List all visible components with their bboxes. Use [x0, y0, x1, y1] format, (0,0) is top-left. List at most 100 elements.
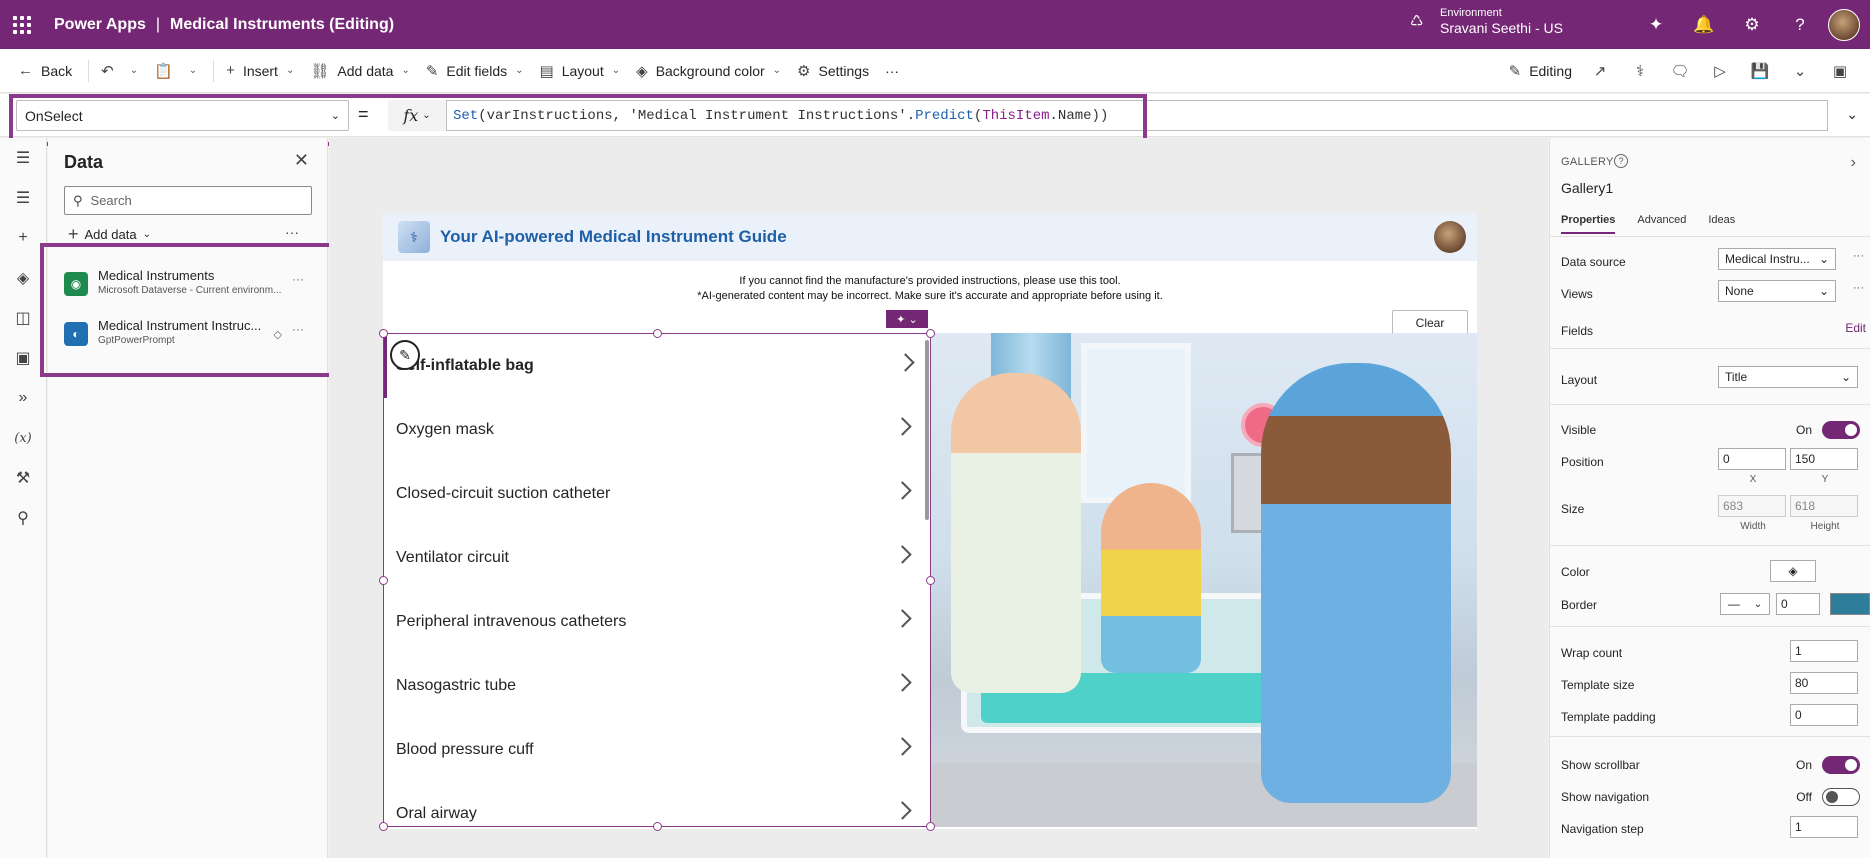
- resize-handle[interactable]: [379, 822, 388, 831]
- more-options-icon[interactable]: ···: [292, 322, 304, 336]
- copilot-icon[interactable]: ✦: [1632, 15, 1680, 35]
- copilot-badge-icon[interactable]: ✦ ⌄: [886, 310, 928, 328]
- resize-handle[interactable]: [379, 329, 388, 338]
- help-icon[interactable]: ?: [1776, 15, 1824, 35]
- tab-ideas[interactable]: Ideas: [1708, 214, 1735, 234]
- chevron-right-icon[interactable]: [893, 545, 912, 564]
- share-icon[interactable]: ↗: [1580, 62, 1620, 80]
- gallery-row[interactable]: Oxygen mask: [384, 398, 930, 462]
- chevron-down-icon[interactable]: ⌄: [130, 65, 138, 76]
- edit-fields-button[interactable]: ✎ Edit fields ⌄: [426, 62, 524, 80]
- chevron-right-icon[interactable]: [893, 417, 912, 436]
- edit-template-icon[interactable]: ✎: [390, 340, 420, 370]
- settings-gear-icon[interactable]: ⚙: [1728, 15, 1776, 35]
- variables-icon[interactable]: (x): [0, 418, 46, 458]
- resize-handle[interactable]: [653, 329, 662, 338]
- gallery-row[interactable]: Ventilator circuit: [384, 526, 930, 590]
- layout-dropdown[interactable]: Title ⌄: [1718, 366, 1858, 388]
- tab-properties[interactable]: Properties: [1561, 214, 1616, 234]
- expand-formula-icon[interactable]: ⌄: [1846, 106, 1858, 123]
- template-padding-input[interactable]: 0: [1790, 704, 1858, 726]
- tree-view-icon[interactable]: ☰: [0, 178, 46, 218]
- chevron-down-icon[interactable]: ⌄: [189, 65, 197, 76]
- tab-advanced[interactable]: Advanced: [1637, 214, 1686, 234]
- editing-mode-button[interactable]: ✎ Editing: [1509, 62, 1572, 80]
- formula-input[interactable]: Set (varInstructions, 'Medical Instrument…: [446, 100, 1828, 131]
- chevron-right-icon[interactable]: ›: [1851, 154, 1856, 172]
- data-cylinder-icon[interactable]: ◫: [0, 298, 46, 338]
- chevron-down-icon[interactable]: ⌄: [1780, 62, 1820, 80]
- chevron-right-icon[interactable]: [896, 353, 915, 372]
- data-source-item[interactable]: ◉ Medical Instruments Microsoft Datavers…: [64, 268, 304, 312]
- media-icon[interactable]: ▣: [0, 338, 46, 378]
- save-icon[interactable]: 💾: [1740, 62, 1780, 80]
- border-style-dropdown[interactable]: — ⌄: [1720, 593, 1770, 615]
- data-source-dropdown[interactable]: Medical Instru... ⌄: [1718, 248, 1836, 270]
- size-width-input[interactable]: 683: [1718, 495, 1786, 517]
- template-size-input[interactable]: 80: [1790, 672, 1858, 694]
- visible-toggle[interactable]: [1822, 421, 1860, 439]
- resize-handle[interactable]: [926, 329, 935, 338]
- gallery-row[interactable]: Closed-circuit suction catheter: [384, 462, 930, 526]
- more-commands-button[interactable]: ···: [885, 63, 899, 79]
- insert-plus-icon[interactable]: +: [0, 218, 46, 258]
- views-dropdown[interactable]: None ⌄: [1718, 280, 1836, 302]
- power-automate-icon[interactable]: »: [0, 378, 46, 418]
- border-width-input[interactable]: 0: [1776, 593, 1820, 615]
- gallery-row[interactable]: Peripheral intravenous catheters: [384, 590, 930, 654]
- chevron-right-icon[interactable]: [893, 609, 912, 628]
- advanced-tools-icon[interactable]: ⚒: [0, 458, 46, 498]
- gallery-row[interactable]: Nasogastric tube: [384, 654, 930, 718]
- resize-handle[interactable]: [379, 576, 388, 585]
- data-source-item[interactable]: ◐ Medical Instrument Instruc... GptPower…: [64, 318, 304, 362]
- close-icon[interactable]: ✕: [294, 150, 309, 171]
- settings-button[interactable]: ⚙ Settings: [797, 62, 869, 80]
- help-icon[interactable]: ?: [1614, 154, 1628, 168]
- size-height-input[interactable]: 618: [1790, 495, 1858, 517]
- gallery-row[interactable]: Oral airway: [384, 782, 930, 826]
- data-search-input[interactable]: ⚲ Search: [64, 186, 312, 215]
- publish-icon[interactable]: ▣: [1820, 62, 1860, 80]
- hamburger-menu-icon[interactable]: ☰: [0, 138, 46, 178]
- comments-icon[interactable]: 🗨: [1660, 62, 1700, 80]
- paste-button[interactable]: 📋 ⌄: [154, 62, 197, 80]
- more-options-icon[interactable]: ···: [1853, 250, 1864, 262]
- color-picker-button[interactable]: ◈: [1770, 560, 1816, 582]
- position-y-input[interactable]: 150: [1790, 448, 1858, 470]
- more-options-icon[interactable]: ···: [285, 224, 299, 240]
- edit-fields-link[interactable]: Edit: [1845, 321, 1866, 335]
- position-x-input[interactable]: 0: [1718, 448, 1786, 470]
- back-button[interactable]: ← Back: [18, 62, 72, 79]
- themes-icon[interactable]: ◈: [0, 258, 46, 298]
- background-color-button[interactable]: ◈ Background color ⌄: [636, 62, 781, 80]
- gallery-row[interactable]: Self-inflatable bag: [384, 334, 930, 398]
- show-scrollbar-toggle[interactable]: [1822, 756, 1860, 774]
- user-avatar[interactable]: [1828, 8, 1860, 41]
- notifications-icon[interactable]: 🔔: [1680, 15, 1728, 35]
- resize-handle[interactable]: [926, 576, 935, 585]
- chevron-right-icon[interactable]: [893, 737, 912, 756]
- resize-handle[interactable]: [653, 822, 662, 831]
- more-options-icon[interactable]: ···: [1853, 282, 1864, 294]
- chevron-right-icon[interactable]: [893, 673, 912, 692]
- property-dropdown[interactable]: OnSelect ⌄: [16, 100, 349, 131]
- add-data-button[interactable]: ⛓ Add data ⌄: [310, 62, 410, 80]
- navigation-step-input[interactable]: 1: [1790, 816, 1858, 838]
- show-navigation-toggle[interactable]: [1822, 788, 1860, 806]
- more-options-icon[interactable]: ···: [292, 272, 304, 286]
- chevron-right-icon[interactable]: [893, 801, 912, 820]
- gallery-row[interactable]: Blood pressure cuff: [384, 718, 930, 782]
- app-screen[interactable]: ⚕ Your AI-powered Medical Instrument Gui…: [379, 213, 1477, 831]
- instrument-gallery[interactable]: Self-inflatable bag Oxygen mask Closed-c…: [383, 333, 931, 827]
- chevron-right-icon[interactable]: [893, 481, 912, 500]
- app-checker-icon[interactable]: ⚕: [1620, 62, 1660, 80]
- resize-handle[interactable]: [926, 822, 935, 831]
- layout-button[interactable]: ▤ Layout ⌄: [540, 62, 621, 80]
- environment-picker[interactable]: ♺ Environment Sravani Seethi - US: [1410, 6, 1563, 36]
- app-launcher-icon[interactable]: [0, 0, 44, 49]
- search-icon[interactable]: ⚲: [0, 498, 46, 538]
- add-data-source-button[interactable]: + Add data ⌄: [68, 224, 151, 245]
- undo-button[interactable]: ↶ ⌄: [101, 62, 138, 80]
- play-icon[interactable]: ▷: [1700, 62, 1740, 80]
- insert-button[interactable]: + Insert ⌄: [226, 62, 294, 79]
